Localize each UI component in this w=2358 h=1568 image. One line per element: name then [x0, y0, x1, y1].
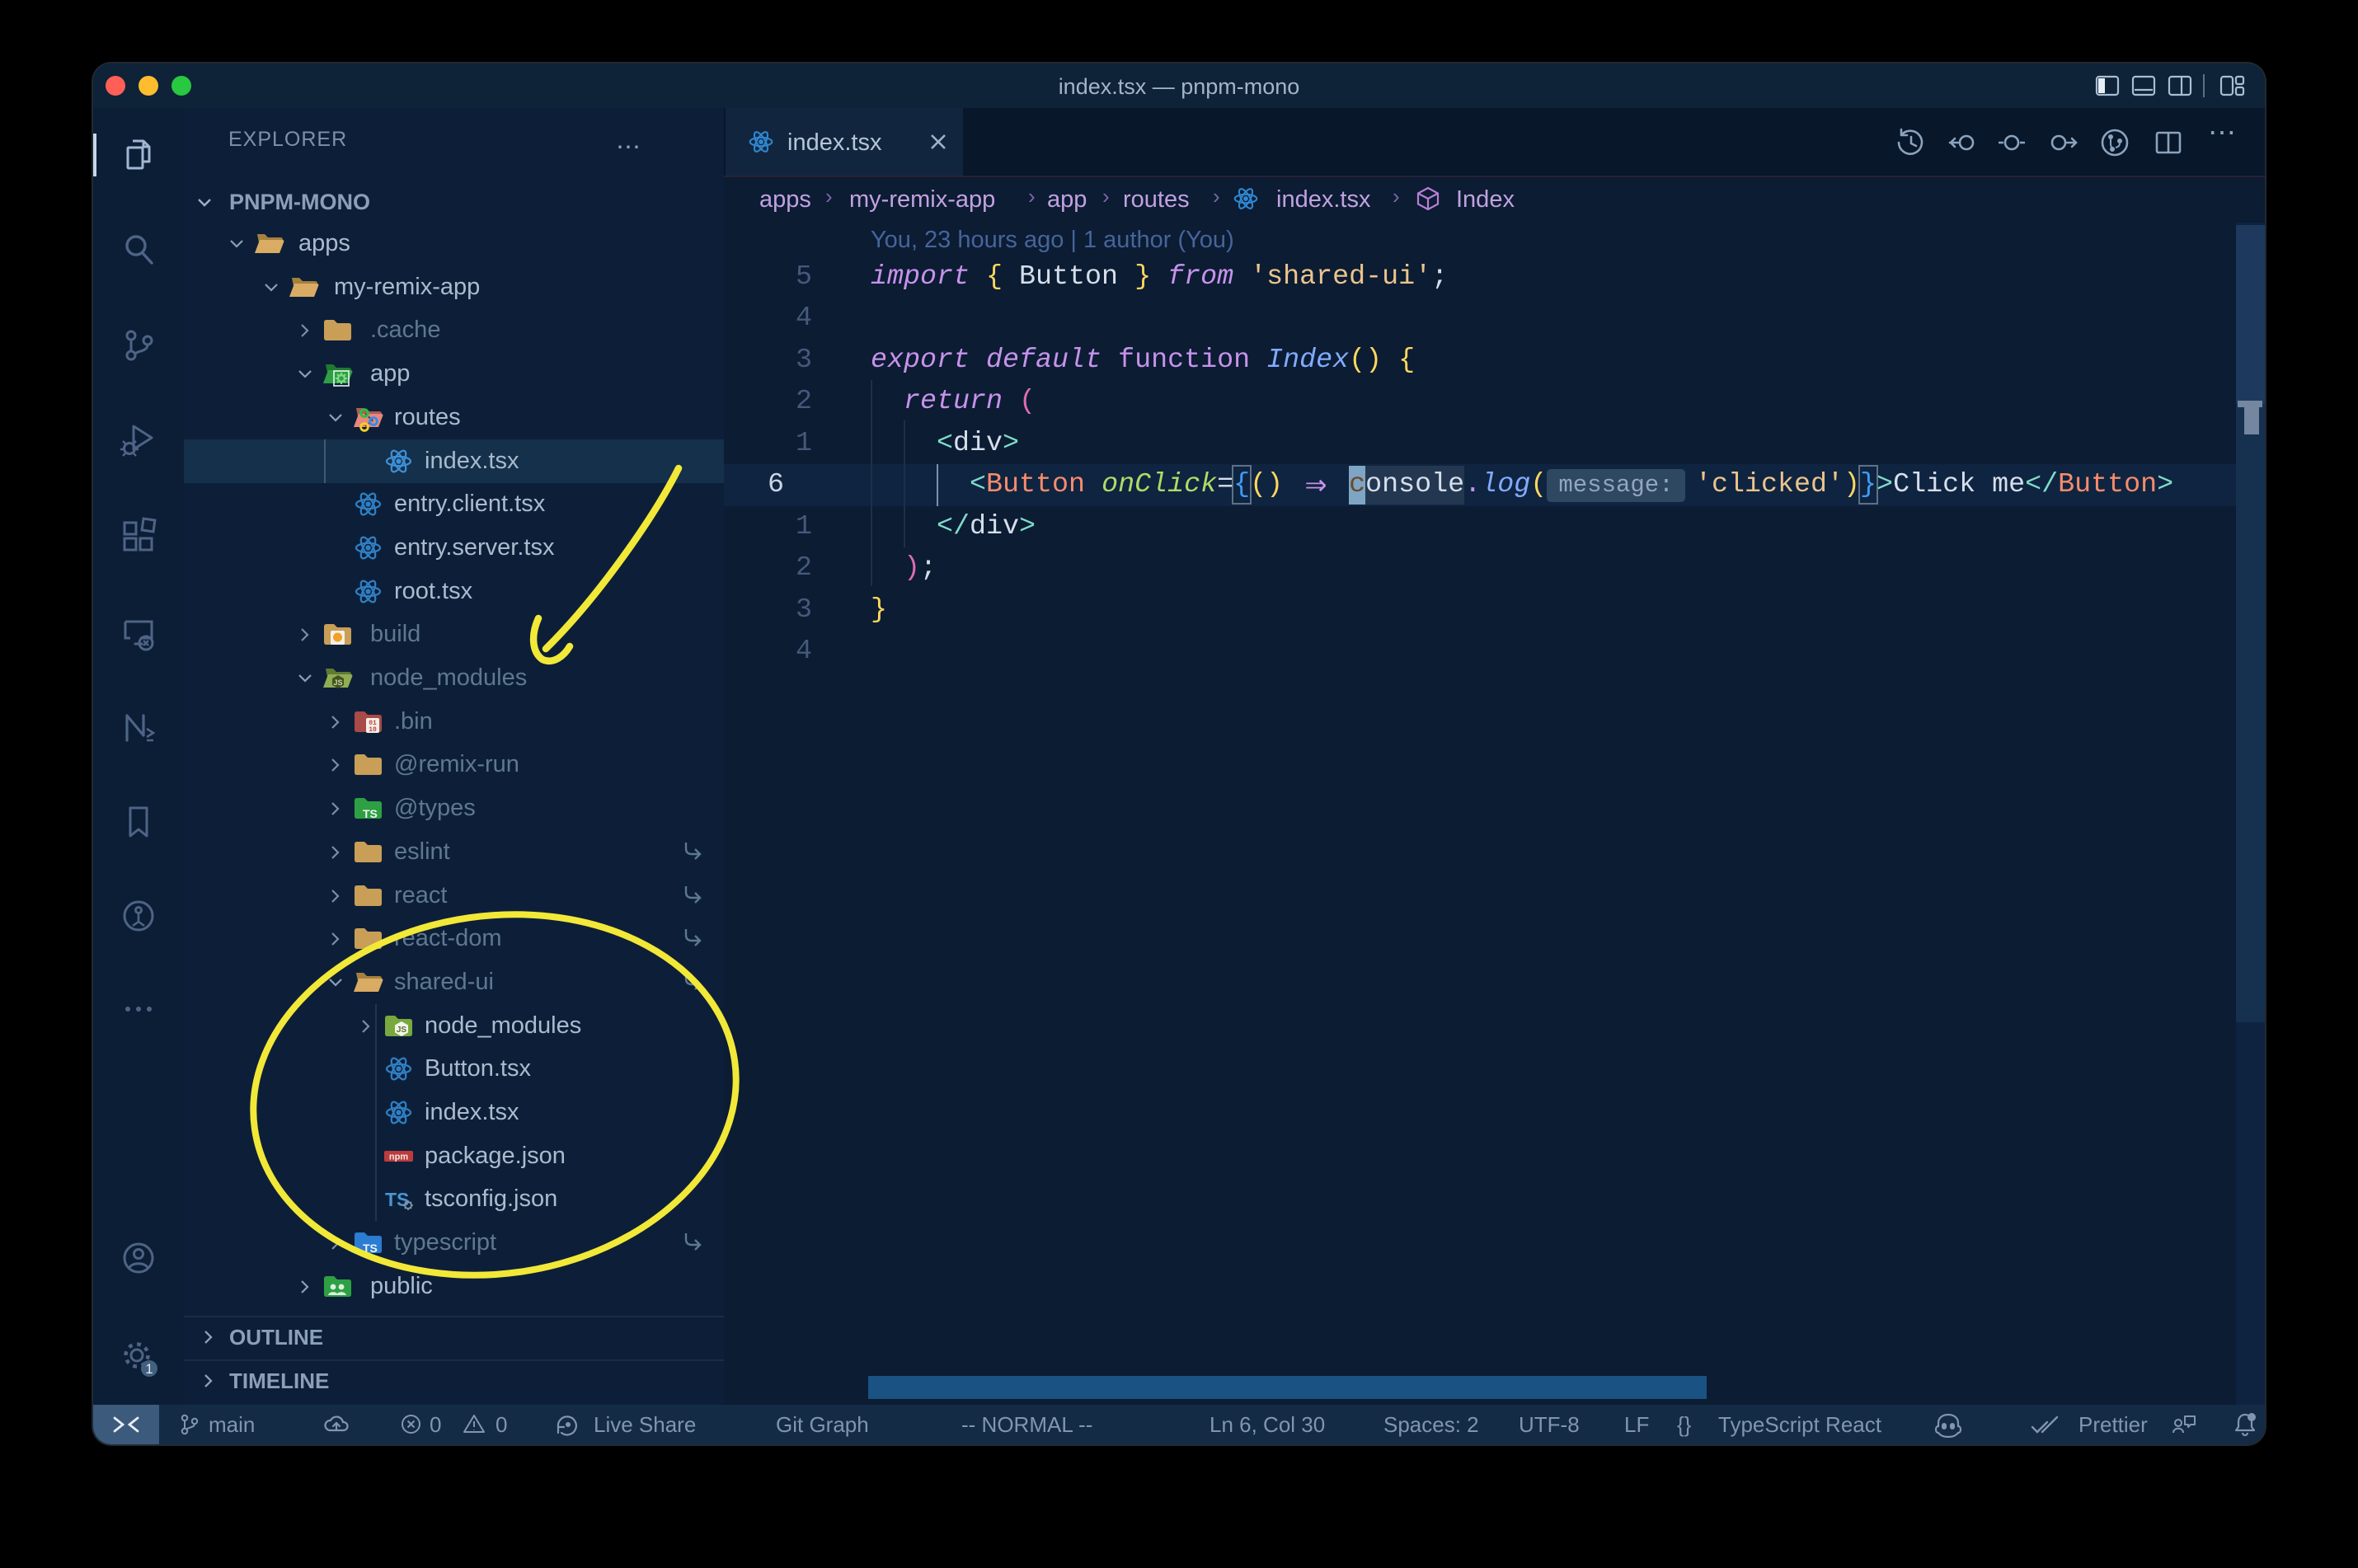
svg-text:JS: JS — [333, 678, 342, 687]
svg-text:1: 1 — [145, 1361, 153, 1377]
svg-text:10: 10 — [369, 726, 377, 734]
svg-text:TS: TS — [363, 807, 378, 820]
svg-text:npm: npm — [389, 1153, 408, 1162]
svg-text:JS: JS — [397, 1026, 407, 1035]
svg-text:TS: TS — [363, 1242, 378, 1255]
